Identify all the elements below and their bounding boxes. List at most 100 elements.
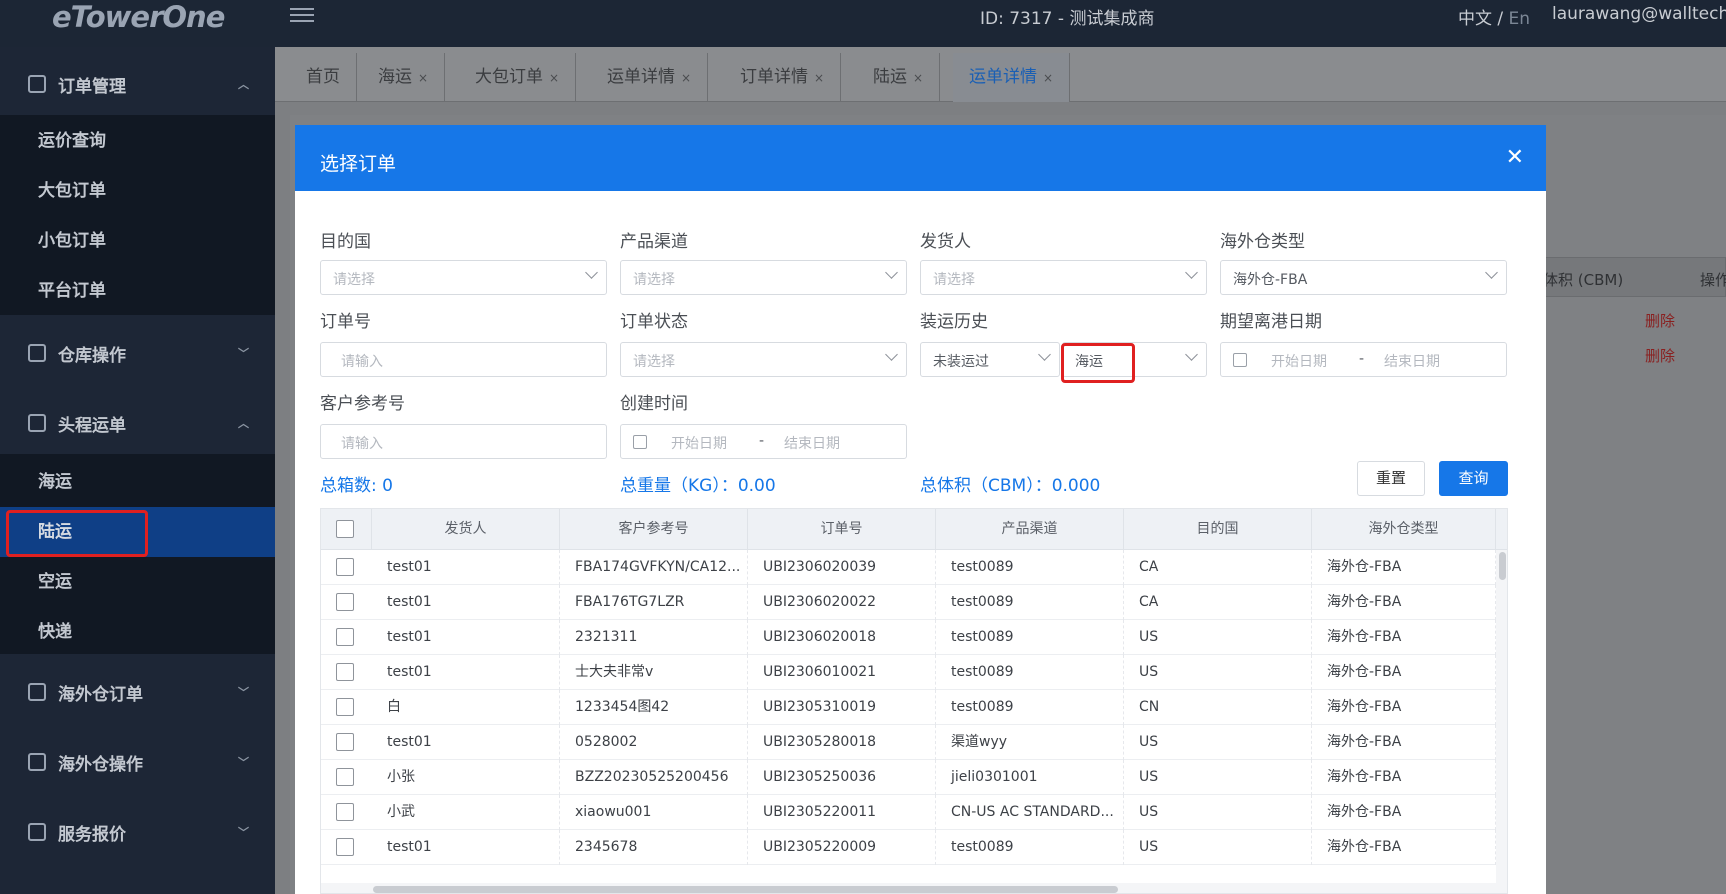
table-row[interactable]: test01 2321311 UBI2306020018 test0089 US 海外仓-… — [321, 620, 1496, 655]
table-cell: UBI2305220009 — [748, 830, 936, 865]
table-cell: 白 — [372, 690, 560, 725]
language-switch[interactable]: 中文 / En — [1458, 4, 1530, 29]
reset-button[interactable]: 重置 — [1357, 461, 1425, 496]
shipper-select[interactable]: 请选择 — [920, 260, 1207, 295]
tab-land[interactable]: 陆运 × — [857, 53, 941, 102]
tab-sea[interactable]: 海运 × — [362, 53, 446, 102]
scroll-thumb[interactable] — [1499, 552, 1506, 580]
label-shipper: 发货人 — [920, 232, 971, 252]
close-icon[interactable]: × — [681, 71, 691, 85]
row-checkbox[interactable] — [336, 663, 354, 681]
chevron-down-icon — [1185, 348, 1198, 361]
table-cell: test0089 — [936, 830, 1124, 865]
close-icon[interactable]: ✕ — [1506, 145, 1524, 170]
table-cell: 海外仓-FBA — [1312, 620, 1496, 655]
table-cell: 小武 — [372, 795, 560, 830]
highlight-box-land — [6, 510, 148, 557]
customer-ref-input[interactable]: 请输入 — [320, 424, 607, 459]
warehouse-type-select[interactable]: 海外仓-FBA — [1220, 260, 1507, 295]
table-cell: test01 — [372, 620, 560, 655]
column-header[interactable]: 产品渠道 — [936, 509, 1124, 550]
sidebar-group-shipment[interactable]: 头程运单 ︿ — [0, 398, 275, 448]
sidebar-group-warehouse[interactable]: 仓库操作 ﹀ — [0, 328, 275, 378]
label-order-status: 订单状态 — [620, 312, 688, 332]
row-checkbox[interactable] — [336, 838, 354, 856]
sidebar-item-large-order[interactable]: 大包订单 — [0, 166, 275, 216]
sidebar-item-express[interactable]: 快递 — [0, 607, 275, 657]
row-checkbox[interactable] — [336, 558, 354, 576]
calendar-icon — [633, 435, 647, 449]
table-row[interactable]: test01 FBA176TG7LZR UBI2306020022 test0089 C… — [321, 585, 1496, 620]
table-cell: 海外仓-FBA — [1312, 690, 1496, 725]
total-volume: 总体积（CBM）：0.000 — [920, 476, 1101, 496]
tab-large-order[interactable]: 大包订单 × — [459, 53, 577, 102]
order-status-select[interactable]: 请选择 — [620, 342, 907, 377]
sidebar-group-overseas-ops[interactable]: 海外仓操作 ﹀ — [0, 737, 275, 787]
column-header[interactable]: 发货人 — [372, 509, 560, 550]
query-button[interactable]: 查询 — [1439, 461, 1508, 496]
tab-order-detail[interactable]: 订单详情 × — [724, 53, 842, 102]
row-checkbox[interactable] — [336, 768, 354, 786]
row-checkbox[interactable] — [336, 593, 354, 611]
menu-toggle-icon[interactable] — [290, 4, 314, 26]
tab-home[interactable]: 首页 — [290, 53, 357, 102]
table-cell: CA — [1124, 585, 1312, 620]
table-cell: 渠道wyy — [936, 725, 1124, 760]
row-checkbox[interactable] — [336, 628, 354, 646]
tab-shipment-detail[interactable]: 运单详情 × — [591, 53, 709, 102]
horizontal-scrollbar[interactable] — [321, 883, 1496, 893]
tenant-id: ID: 7317 - 测试集成商 — [980, 9, 1155, 29]
sidebar-group-quote[interactable]: 服务报价 ﹀ — [0, 807, 275, 857]
table-cell: FBA176TG7LZR — [560, 585, 748, 620]
table-cell: test01 — [372, 550, 560, 585]
product-channel-select[interactable]: 请选择 — [620, 260, 907, 295]
table-row[interactable]: test01 0528002 UBI2305280018 渠道wyy US 海外仓-FBA — [321, 725, 1496, 760]
close-icon[interactable]: × — [418, 71, 428, 85]
sidebar-item-platform-order[interactable]: 平台订单 — [0, 266, 275, 316]
sidebar-item-rate-query[interactable]: 运价查询 — [0, 116, 275, 166]
table-row[interactable]: 小武 xiaowu001 UBI2305220011 CN-US AC STANDAR… — [321, 795, 1496, 830]
table-row[interactable]: test01 士大夫非常v UBI2306010021 test0089 US 海外仓-F… — [321, 655, 1496, 690]
tab-bar: 首页 海运 × 大包订单 × 运单详情 × 订单详情 × 陆运 × 运单详情 × — [275, 47, 1726, 102]
sidebar-group-overseas-order[interactable]: 海外仓订单 ﹀ — [0, 667, 275, 717]
background-delete-link[interactable]: 删除 — [1645, 310, 1675, 331]
close-icon[interactable]: × — [1043, 71, 1053, 85]
table-cell: test0089 — [936, 620, 1124, 655]
tab-shipment-detail-active[interactable]: 运单详情 × — [953, 53, 1071, 102]
label-order-no: 订单号 — [320, 312, 371, 332]
scroll-thumb[interactable] — [373, 886, 1118, 893]
row-checkbox[interactable] — [336, 698, 354, 716]
order-no-input[interactable]: 请输入 — [320, 342, 607, 377]
vertical-scrollbar[interactable] — [1496, 550, 1507, 893]
close-icon[interactable]: × — [549, 71, 559, 85]
table-cell: UBI2305310019 — [748, 690, 936, 725]
column-header[interactable]: 目的国 — [1124, 509, 1312, 550]
created-time-range[interactable]: 开始日期 - 结束日期 — [620, 424, 907, 459]
background-delete-link[interactable]: 删除 — [1645, 345, 1675, 366]
sidebar-item-sea[interactable]: 海运 — [0, 457, 275, 507]
table-row[interactable]: test01 FBA174GVFKYN/CA12... UBI2306020039 t… — [321, 550, 1496, 585]
ship-history-select[interactable]: 未装运过 — [920, 342, 1060, 377]
column-header[interactable]: 客户参考号 — [560, 509, 748, 550]
row-checkbox[interactable] — [336, 803, 354, 821]
table-row[interactable]: 小张 BZZ20230525200456 UBI2305250036 jieli030… — [321, 760, 1496, 795]
column-header[interactable]: 海外仓类型 — [1312, 509, 1496, 550]
close-icon[interactable]: × — [913, 71, 923, 85]
table-cell: UBI2305220011 — [748, 795, 936, 830]
lang-en[interactable]: En — [1509, 9, 1531, 29]
sidebar-group-order[interactable]: 订单管理 ︿ — [0, 59, 275, 109]
user-account[interactable]: laurawang@walltechsy — [1552, 4, 1726, 24]
table-row[interactable]: test01 2345678 UBI2305220009 test0089 US 海外仓-… — [321, 830, 1496, 865]
sidebar-item-small-order[interactable]: 小包订单 — [0, 216, 275, 266]
departure-date-range[interactable]: 开始日期 - 结束日期 — [1220, 342, 1507, 377]
row-checkbox[interactable] — [336, 733, 354, 751]
select-all-checkbox[interactable] — [336, 520, 354, 538]
lang-zh[interactable]: 中文 — [1458, 9, 1492, 29]
table-cell: 2321311 — [560, 620, 748, 655]
close-icon[interactable]: × — [814, 71, 824, 85]
table-cell: test0089 — [936, 655, 1124, 690]
table-row[interactable]: 白 1233454图42 UBI2305310019 test0089 CN 海外仓-FB… — [321, 690, 1496, 725]
sidebar-item-air[interactable]: 空运 — [0, 557, 275, 607]
dest-country-select[interactable]: 请选择 — [320, 260, 607, 295]
column-header[interactable]: 订单号 — [748, 509, 936, 550]
